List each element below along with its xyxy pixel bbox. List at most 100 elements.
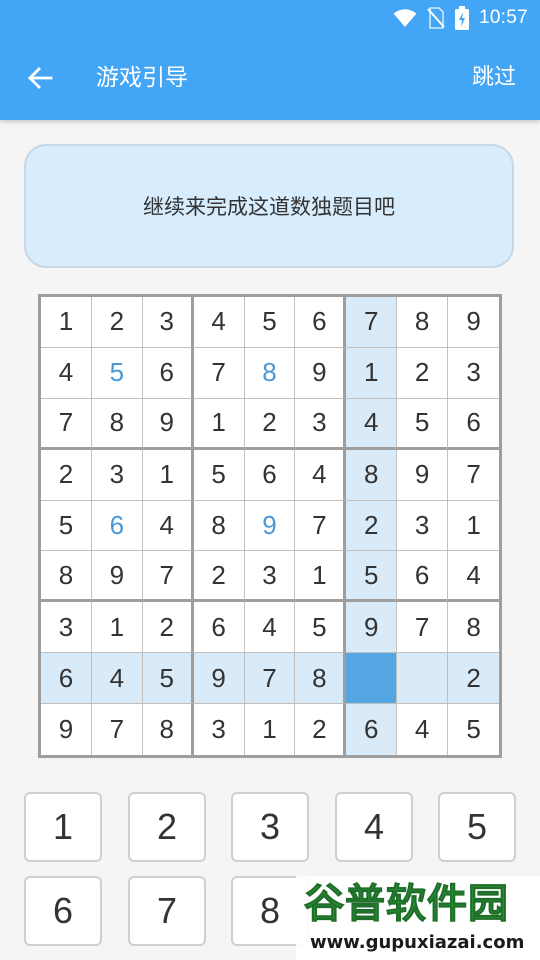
selected-cell[interactable]	[346, 653, 398, 705]
sudoku-cell[interactable]: 2	[91, 297, 143, 348]
sudoku-cell[interactable]: 4	[346, 398, 398, 450]
sudoku-cell[interactable]: 2	[346, 500, 398, 552]
arrow-left-icon	[20, 65, 60, 91]
sudoku-cell[interactable]: 8	[448, 602, 499, 654]
sudoku-cell[interactable]: 9	[346, 602, 398, 654]
sudoku-cell[interactable]: 3	[448, 348, 499, 399]
sudoku-cell[interactable]: 2	[397, 347, 449, 399]
sudoku-cell[interactable]: 4	[91, 653, 143, 705]
sudoku-cell[interactable]: 4	[41, 347, 92, 399]
sudoku-cell[interactable]: 7	[193, 347, 245, 399]
sudoku-cell[interactable]: 1	[346, 347, 398, 399]
sudoku-cell[interactable]: 5	[244, 297, 296, 348]
sudoku-cell[interactable]: 2	[142, 602, 194, 654]
sudoku-cell[interactable]: 7	[41, 398, 92, 450]
sudoku-cell[interactable]: 7	[142, 551, 194, 603]
sudoku-cell[interactable]: 1	[448, 501, 499, 552]
sudoku-cell[interactable]: 9	[41, 704, 92, 755]
sudoku-cell[interactable]: 8	[91, 398, 143, 450]
sudoku-cell[interactable]: 6	[397, 551, 449, 603]
sudoku-cell[interactable]: 4	[397, 704, 449, 755]
sudoku-cell[interactable]: 2	[244, 398, 296, 450]
sudoku-cell[interactable]: 5	[41, 500, 92, 552]
sudoku-cell[interactable]: 4	[244, 602, 296, 654]
sudoku-cell[interactable]: 7	[448, 450, 499, 501]
sudoku-cell[interactable]: 6	[193, 602, 245, 654]
sudoku-cell[interactable]: 5	[91, 347, 143, 399]
sudoku-cell[interactable]: 5	[448, 704, 499, 755]
sudoku-cell[interactable]: 3	[41, 602, 92, 654]
sudoku-cell[interactable]: 9	[193, 653, 245, 705]
sudoku-cell[interactable]: 8	[244, 347, 296, 399]
sudoku-cell[interactable]: 2	[41, 449, 92, 501]
sudoku-cell[interactable]: 3	[194, 704, 245, 755]
sudoku-cell[interactable]: 6	[295, 297, 347, 348]
sudoku-cell[interactable]: 6	[346, 704, 398, 755]
keypad-key[interactable]: 1	[24, 792, 102, 862]
sudoku-cell[interactable]: 4	[295, 449, 347, 501]
sudoku-cell[interactable]: 4	[142, 500, 194, 552]
sudoku-cell[interactable]: 8	[193, 500, 245, 552]
sudoku-cell[interactable]: 6	[244, 449, 296, 501]
keypad-key[interactable]: 7	[128, 876, 206, 946]
sudoku-cell[interactable]: 8	[397, 297, 449, 348]
sudoku-cell[interactable]: 9	[244, 500, 296, 552]
sudoku-cell[interactable]: 1	[295, 551, 347, 603]
keypad-key[interactable]: 5	[438, 792, 516, 862]
keypad-key[interactable]: 2	[128, 792, 206, 862]
sudoku-cell[interactable]: 1	[41, 297, 92, 348]
sudoku-cell[interactable]: 5	[142, 653, 194, 705]
watermark-title: 谷普软件园	[304, 881, 509, 928]
sudoku-cell[interactable]: 8	[41, 551, 92, 603]
sudoku-cell[interactable]: 2	[193, 551, 245, 603]
keypad-key[interactable]: 6	[24, 876, 102, 946]
sudoku-cell[interactable]: 8	[143, 704, 194, 755]
sudoku-cell[interactable]: 8	[295, 653, 347, 705]
sudoku-cell[interactable]: 7	[397, 602, 449, 654]
no-sim-icon	[427, 7, 445, 29]
sudoku-cell[interactable]: 4	[193, 297, 245, 348]
sudoku-cell[interactable]: 9	[142, 398, 194, 450]
sudoku-cell[interactable]: 3	[142, 297, 194, 348]
sudoku-cell[interactable]: 6	[448, 399, 499, 450]
sudoku-cell[interactable]: 9	[295, 347, 347, 399]
sudoku-cell[interactable]: 5	[295, 602, 347, 654]
sudoku-cell[interactable]: 6	[142, 347, 194, 399]
sudoku-cell[interactable]: 2	[448, 653, 499, 705]
sudoku-cell[interactable]: 6	[91, 500, 143, 552]
sudoku-cell[interactable]: 5	[397, 398, 449, 450]
sudoku-cell[interactable]	[397, 653, 449, 705]
status-bar: 10:57	[0, 0, 540, 36]
sudoku-cell[interactable]: 3	[397, 500, 449, 552]
sudoku-cell[interactable]: 9	[397, 449, 449, 501]
sudoku-cell[interactable]: 5	[193, 449, 245, 501]
sudoku-cell[interactable]: 8	[346, 449, 398, 501]
sudoku-cell[interactable]: 5	[346, 551, 398, 603]
sudoku-cell[interactable]: 1	[193, 398, 245, 450]
sudoku-cell[interactable]: 2	[295, 704, 347, 755]
back-button[interactable]	[20, 58, 60, 98]
sudoku-cell[interactable]: 3	[295, 398, 347, 450]
sudoku-cell[interactable]: 9	[91, 551, 143, 603]
sudoku-cell[interactable]: 6	[41, 653, 92, 705]
sudoku-cell[interactable]: 3	[244, 551, 296, 603]
sudoku-cell[interactable]: 7	[92, 704, 143, 755]
sudoku-cell[interactable]: 7	[244, 653, 296, 705]
sudoku-cell[interactable]: 1	[142, 449, 194, 501]
watermark-url: www.gupuxiazai.com	[310, 932, 525, 953]
battery-charging-icon	[454, 6, 469, 30]
skip-button[interactable]: 跳过	[472, 60, 516, 96]
sudoku-cell[interactable]: 1	[91, 602, 143, 654]
sudoku-cell[interactable]: 4	[448, 551, 499, 603]
sudoku-board: 1234567894567891237891234562315648975648…	[38, 294, 502, 758]
sudoku-cell[interactable]: 1	[245, 704, 296, 755]
sudoku-cell[interactable]: 9	[448, 297, 499, 348]
keypad-key[interactable]: 3	[231, 792, 309, 862]
keypad-key[interactable]: 4	[335, 792, 413, 862]
sudoku-cell[interactable]: 7	[346, 297, 398, 348]
sudoku-cell[interactable]: 3	[91, 449, 143, 501]
sudoku-cell[interactable]: 7	[295, 500, 347, 552]
status-icons: 10:57	[393, 6, 528, 30]
watermark: 谷普软件园 www.gupuxiazai.com	[296, 876, 540, 960]
page-title: 游戏引导	[96, 65, 188, 91]
